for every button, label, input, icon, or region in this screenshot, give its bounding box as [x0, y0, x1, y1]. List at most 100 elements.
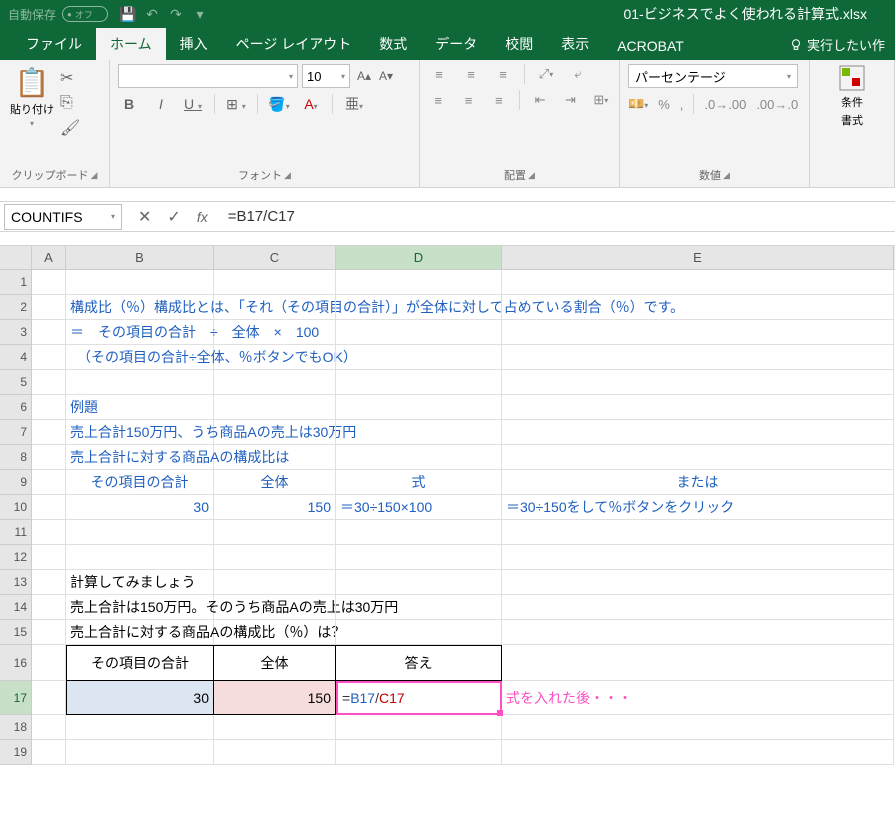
align-middle-icon[interactable]: ≡	[460, 64, 482, 84]
merge-cells-icon[interactable]: ⊞▾	[591, 90, 611, 110]
cell[interactable]	[502, 520, 894, 545]
tab-home[interactable]: ホーム	[96, 28, 166, 60]
tell-me-search[interactable]: 実行したい作	[779, 29, 895, 60]
col-header-D[interactable]: D	[336, 246, 502, 269]
underline-button[interactable]: U ▾	[182, 96, 204, 112]
phonetic-button[interactable]: 亜▾	[343, 94, 365, 114]
cell[interactable]	[32, 495, 66, 520]
row-header[interactable]: 12	[0, 545, 32, 570]
borders-button[interactable]: ⊞ ▾	[225, 96, 247, 113]
row-header[interactable]: 7	[0, 420, 32, 445]
cell[interactable]	[336, 445, 502, 470]
fill-color-button[interactable]: 🪣▾	[268, 96, 290, 113]
row-header[interactable]: 11	[0, 520, 32, 545]
tab-review[interactable]: 校閲	[491, 28, 547, 60]
cell[interactable]	[32, 345, 66, 370]
wrap-text-icon[interactable]: ⤶	[567, 64, 589, 84]
cell[interactable]	[32, 395, 66, 420]
number-format-selector[interactable]: パーセンテージ▾	[628, 64, 798, 88]
row-header[interactable]: 6	[0, 395, 32, 420]
spreadsheet-grid[interactable]: A B C D E 1 2構成比（％）構成比とは、「それ（その項目の合計）」が全…	[0, 246, 895, 765]
cell[interactable]	[336, 270, 502, 295]
align-left-icon[interactable]: ≡	[428, 90, 448, 110]
cell-B3[interactable]: ＝ その項目の合計 ÷ 全体 × 100	[66, 320, 214, 345]
cell[interactable]	[336, 320, 502, 345]
cell[interactable]	[336, 295, 502, 320]
cell[interactable]	[336, 420, 502, 445]
cell[interactable]	[502, 570, 894, 595]
cell[interactable]	[32, 370, 66, 395]
cell-E10[interactable]: ＝30÷150をして％ボタンをクリック	[502, 495, 894, 520]
paste-button[interactable]: 📋 貼り付け ▾	[8, 64, 56, 165]
row-header[interactable]: 3	[0, 320, 32, 345]
decrease-indent-icon[interactable]: ⇤	[530, 90, 550, 110]
decrease-decimal-icon[interactable]: .00→.0	[756, 97, 798, 112]
align-top-icon[interactable]: ≡	[428, 64, 450, 84]
col-header-A[interactable]: A	[32, 246, 66, 269]
cell[interactable]	[32, 270, 66, 295]
increase-decimal-icon[interactable]: .0→.00	[704, 97, 746, 112]
cell[interactable]	[502, 595, 894, 620]
row-header[interactable]: 9	[0, 470, 32, 495]
accounting-format-icon[interactable]: 💴▾	[628, 96, 648, 112]
cell[interactable]	[32, 740, 66, 765]
cell[interactable]	[214, 370, 336, 395]
cell[interactable]	[66, 370, 214, 395]
tab-view[interactable]: 表示	[547, 28, 603, 60]
autosave-toggle[interactable]: 自動保存 オフ	[8, 6, 108, 23]
cell[interactable]	[66, 545, 214, 570]
cell[interactable]	[32, 420, 66, 445]
dialog-launcher-icon[interactable]: ◢	[528, 170, 535, 181]
dialog-launcher-icon[interactable]: ◢	[91, 170, 98, 181]
cell[interactable]	[32, 520, 66, 545]
cell[interactable]	[214, 520, 336, 545]
cell-D9[interactable]: 式	[336, 470, 502, 495]
cell-B2[interactable]: 構成比（％）構成比とは、「それ（その項目の合計）」が全体に対して占めている割合（…	[66, 295, 214, 320]
cell[interactable]	[66, 715, 214, 740]
cell[interactable]	[336, 370, 502, 395]
increase-indent-icon[interactable]: ⇥	[560, 90, 580, 110]
cell[interactable]	[214, 270, 336, 295]
cell[interactable]	[336, 395, 502, 420]
cell[interactable]	[214, 420, 336, 445]
cell[interactable]	[502, 545, 894, 570]
cell[interactable]	[32, 545, 66, 570]
cell-D10[interactable]: ＝30÷150×100	[336, 495, 502, 520]
select-all-corner[interactable]	[0, 246, 32, 269]
col-header-E[interactable]: E	[502, 246, 894, 269]
font-size-selector[interactable]: 10▾	[302, 64, 350, 88]
row-header[interactable]: 19	[0, 740, 32, 765]
cell-B7[interactable]: 売上合計150万円、うち商品Aの売上は30万円	[66, 420, 214, 445]
cell[interactable]	[32, 620, 66, 645]
cell[interactable]	[502, 740, 894, 765]
font-color-button[interactable]: A▾	[300, 96, 322, 112]
format-painter-icon[interactable]: 🖌	[60, 118, 80, 138]
cell-B14[interactable]: 売上合計は150万円。そのうち商品Aの売上は30万円	[66, 595, 214, 620]
bold-button[interactable]: B	[118, 96, 140, 112]
cell[interactable]	[336, 545, 502, 570]
tab-file[interactable]: ファイル	[12, 28, 96, 60]
cell[interactable]	[336, 595, 502, 620]
font-name-selector[interactable]: ▾	[118, 64, 298, 88]
decrease-font-icon[interactable]: A▾	[376, 64, 396, 88]
tab-data[interactable]: データ	[421, 28, 491, 60]
redo-icon[interactable]: ↷	[168, 6, 184, 22]
italic-button[interactable]: I	[150, 96, 172, 112]
cell[interactable]	[502, 345, 894, 370]
cell-E17[interactable]: 式を入れた後・・・	[502, 681, 894, 715]
cell[interactable]	[32, 470, 66, 495]
cell-C10[interactable]: 150	[214, 495, 336, 520]
row-header[interactable]: 18	[0, 715, 32, 740]
cell[interactable]	[214, 395, 336, 420]
cell[interactable]	[66, 740, 214, 765]
cell[interactable]	[502, 445, 894, 470]
cell[interactable]	[214, 320, 336, 345]
fill-handle[interactable]	[497, 710, 503, 716]
row-header[interactable]: 4	[0, 345, 32, 370]
cell[interactable]	[502, 370, 894, 395]
cell[interactable]	[336, 345, 502, 370]
row-header[interactable]: 1	[0, 270, 32, 295]
enter-formula-icon[interactable]: ✓	[167, 207, 180, 227]
cell[interactable]	[32, 681, 66, 715]
cell[interactable]	[214, 445, 336, 470]
